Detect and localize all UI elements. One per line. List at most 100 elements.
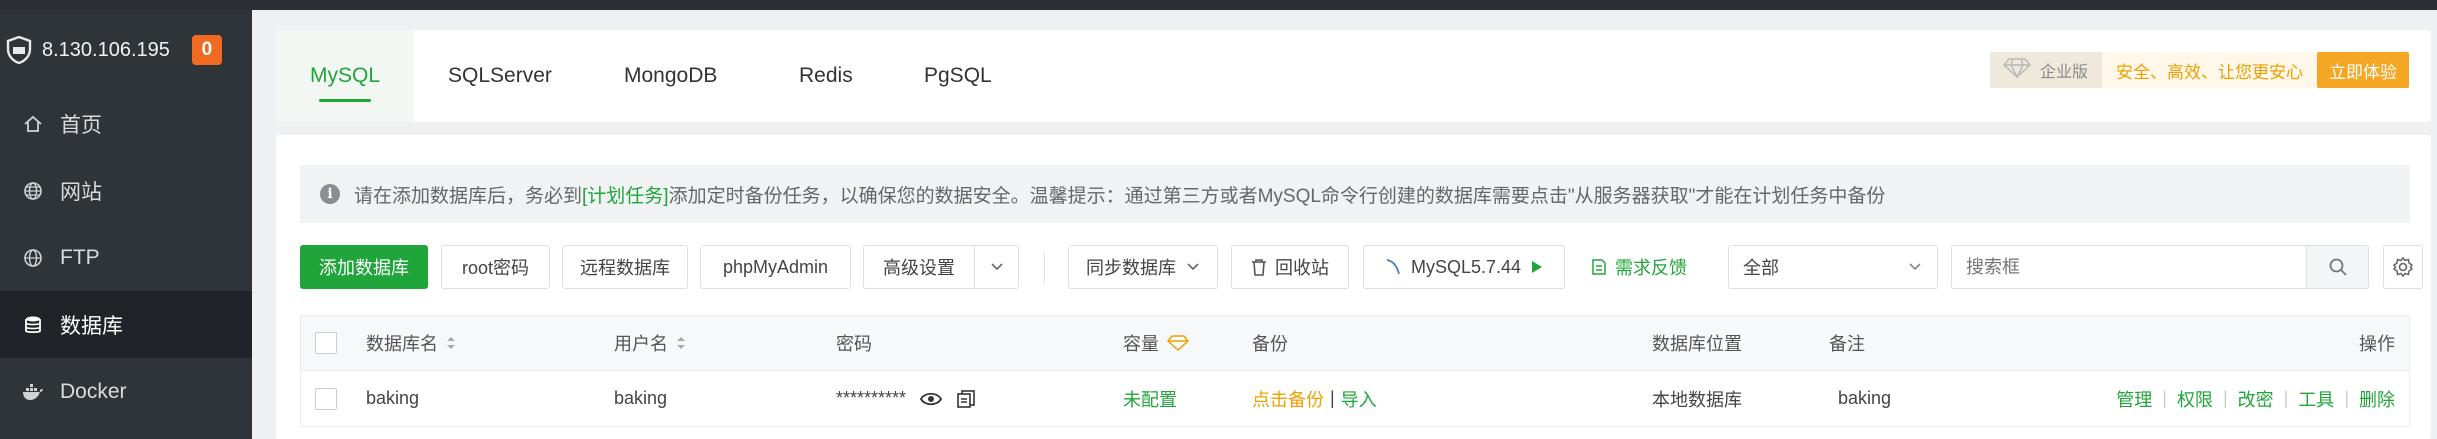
sidebar-item-docker[interactable]: Docker (0, 358, 252, 425)
db-name-cell[interactable]: baking (366, 371, 419, 426)
server-ip: 8.130.106.195 (42, 38, 170, 61)
filter-value: 全部 (1743, 258, 1779, 278)
header-label: 备注 (1829, 334, 1865, 354)
try-now-button[interactable]: 立即体验 (2317, 52, 2409, 88)
capacity-cell[interactable]: 未配置 (1123, 371, 1177, 426)
notice-text: 请在添加数据库后，务必到 (354, 185, 583, 207)
header-label: 用户名 (614, 334, 668, 354)
header-actions: 操作 (2359, 316, 2395, 370)
database-table: 数据库名 用户名 密码 容量 备份 数据库位置 备注 操作 baking bak… (300, 315, 2410, 427)
header-location: 数据库位置 (1652, 316, 1742, 370)
recycle-label: 回收站 (1275, 258, 1329, 278)
password-mask: ********** (836, 388, 907, 408)
sidebar-item-label: 数据库 (60, 314, 123, 338)
separator: | (2162, 388, 2167, 408)
tools-link[interactable]: 工具 (2298, 386, 2334, 412)
tab-redis[interactable]: Redis (799, 30, 853, 122)
sidebar-item-home[interactable]: 首页 (0, 90, 252, 157)
search-box (1951, 245, 2369, 289)
cron-task-link[interactable]: [计划任务] (582, 181, 669, 208)
add-database-button[interactable]: 添加数据库 (300, 245, 428, 289)
sidebar-item-database[interactable]: 数据库 (0, 291, 252, 358)
sidebar-item-label: Docker (60, 379, 127, 403)
mysql-version-button[interactable]: MySQL5.7.44 (1363, 245, 1565, 289)
separator: | (2344, 388, 2349, 408)
promo-slogan: 安全、高效、让您更安心 (2116, 62, 2303, 82)
sort-icon (676, 335, 686, 351)
header-db-name[interactable]: 数据库名 (366, 316, 456, 370)
sidebar: 8.130.106.195 0 首页 网站 FTP 数据库 Docker (0, 10, 252, 439)
shield-icon (4, 35, 34, 65)
search-input[interactable] (1952, 246, 2306, 288)
tab-label: MySQL (309, 64, 380, 87)
table-row: baking baking ********** 未配置 点击备份 | 导入 本… (300, 371, 2410, 427)
sidebar-item-website[interactable]: 网站 (0, 157, 252, 224)
header-label: 容量 (1123, 334, 1159, 354)
gear-icon (2392, 256, 2414, 278)
select-all-checkbox[interactable] (315, 332, 337, 354)
tab-mysql[interactable]: MySQL (276, 30, 414, 122)
server-header[interactable]: 8.130.106.195 0 (0, 10, 252, 90)
feedback-button[interactable]: 需求反馈 (1579, 245, 1699, 289)
divider (1044, 253, 1045, 283)
notification-badge[interactable]: 0 (191, 35, 222, 65)
header-label: 密码 (836, 334, 872, 354)
sync-label: 同步数据库 (1086, 258, 1176, 278)
enterprise-promo: 企业版 安全、高效、让您更安心 立即体验 (1989, 52, 2409, 88)
phpmyadmin-button[interactable]: phpMyAdmin (700, 245, 851, 289)
chevron-down-icon (1909, 263, 1921, 271)
info-icon: i (320, 184, 340, 204)
import-link[interactable]: 导入 (1341, 386, 1377, 412)
advanced-settings-dropdown[interactable] (974, 245, 1019, 289)
note-cell[interactable]: baking (1838, 371, 1891, 426)
eye-icon[interactable] (920, 391, 943, 407)
mysql-version-label: MySQL5.7.44 (1410, 256, 1522, 277)
table-header: 数据库名 用户名 密码 容量 备份 数据库位置 备注 操作 (300, 315, 2410, 371)
remote-database-button[interactable]: 远程数据库 (562, 245, 688, 289)
row-select-cell (315, 371, 337, 426)
password-cell: ********** (836, 371, 976, 426)
delete-link[interactable]: 删除 (2359, 386, 2395, 412)
location-cell: 本地数据库 (1652, 389, 1742, 410)
tab-sqlserver[interactable]: SQLServer (448, 30, 552, 122)
row-checkbox[interactable] (315, 387, 337, 410)
chevron-down-icon (990, 263, 1003, 271)
feedback-label: 需求反馈 (1615, 258, 1687, 278)
separator: | (1330, 388, 1335, 408)
change-password-link[interactable]: 改密 (2238, 386, 2274, 412)
header-username[interactable]: 用户名 (614, 316, 686, 370)
notice-text: 添加定时备份任务，以确保您的数据安全。温馨提示：通过第三方或者MySQL命令行创… (668, 185, 1886, 207)
sidebar-item-label: FTP (60, 245, 100, 269)
header-label: 操作 (2359, 334, 2395, 354)
sync-database-button[interactable]: 同步数据库 (1068, 245, 1218, 289)
tab-label: SQLServer (448, 64, 552, 87)
header-label: 数据库名 (366, 334, 438, 354)
backup-notice: i 请在添加数据库后，务必到 [计划任务] 添加定时备份任务，以确保您的数据安全… (300, 165, 2410, 223)
filter-select[interactable]: 全部 (1728, 245, 1938, 289)
copy-icon[interactable] (956, 389, 976, 409)
trash-icon (1252, 259, 1266, 276)
tab-mongodb[interactable]: MongoDB (624, 30, 717, 122)
tab-label: Redis (799, 64, 853, 87)
header-label: 备份 (1252, 334, 1288, 354)
permission-link[interactable]: 权限 (2177, 386, 2213, 412)
sidebar-item-ftp[interactable]: FTP (0, 224, 252, 291)
root-password-button[interactable]: root密码 (441, 245, 550, 289)
main-content: MySQL SQLServer MongoDB Redis PgSQL 企业版 … (252, 10, 2437, 439)
separator: | (2283, 388, 2289, 408)
search-button[interactable] (2306, 246, 2368, 288)
backup-link[interactable]: 点击备份 (1252, 386, 1324, 412)
tab-pgsql[interactable]: PgSQL (924, 30, 992, 122)
separator: | (2222, 388, 2228, 408)
recycle-bin-button[interactable]: 回收站 (1231, 245, 1349, 289)
advanced-settings-button[interactable]: 高级设置 (863, 245, 975, 289)
backup-cell: 点击备份 | 导入 (1252, 371, 1377, 426)
docker-icon (22, 381, 44, 403)
username-cell: baking (614, 388, 668, 408)
manage-link[interactable]: 管理 (2116, 386, 2152, 412)
play-icon (1532, 261, 1543, 273)
column-settings-button[interactable] (2383, 245, 2423, 289)
select-all-cell (315, 316, 337, 370)
database-panel: i 请在添加数据库后，务必到 [计划任务] 添加定时备份任务，以确保您的数据安全… (276, 135, 2431, 439)
tab-label: PgSQL (924, 64, 992, 87)
